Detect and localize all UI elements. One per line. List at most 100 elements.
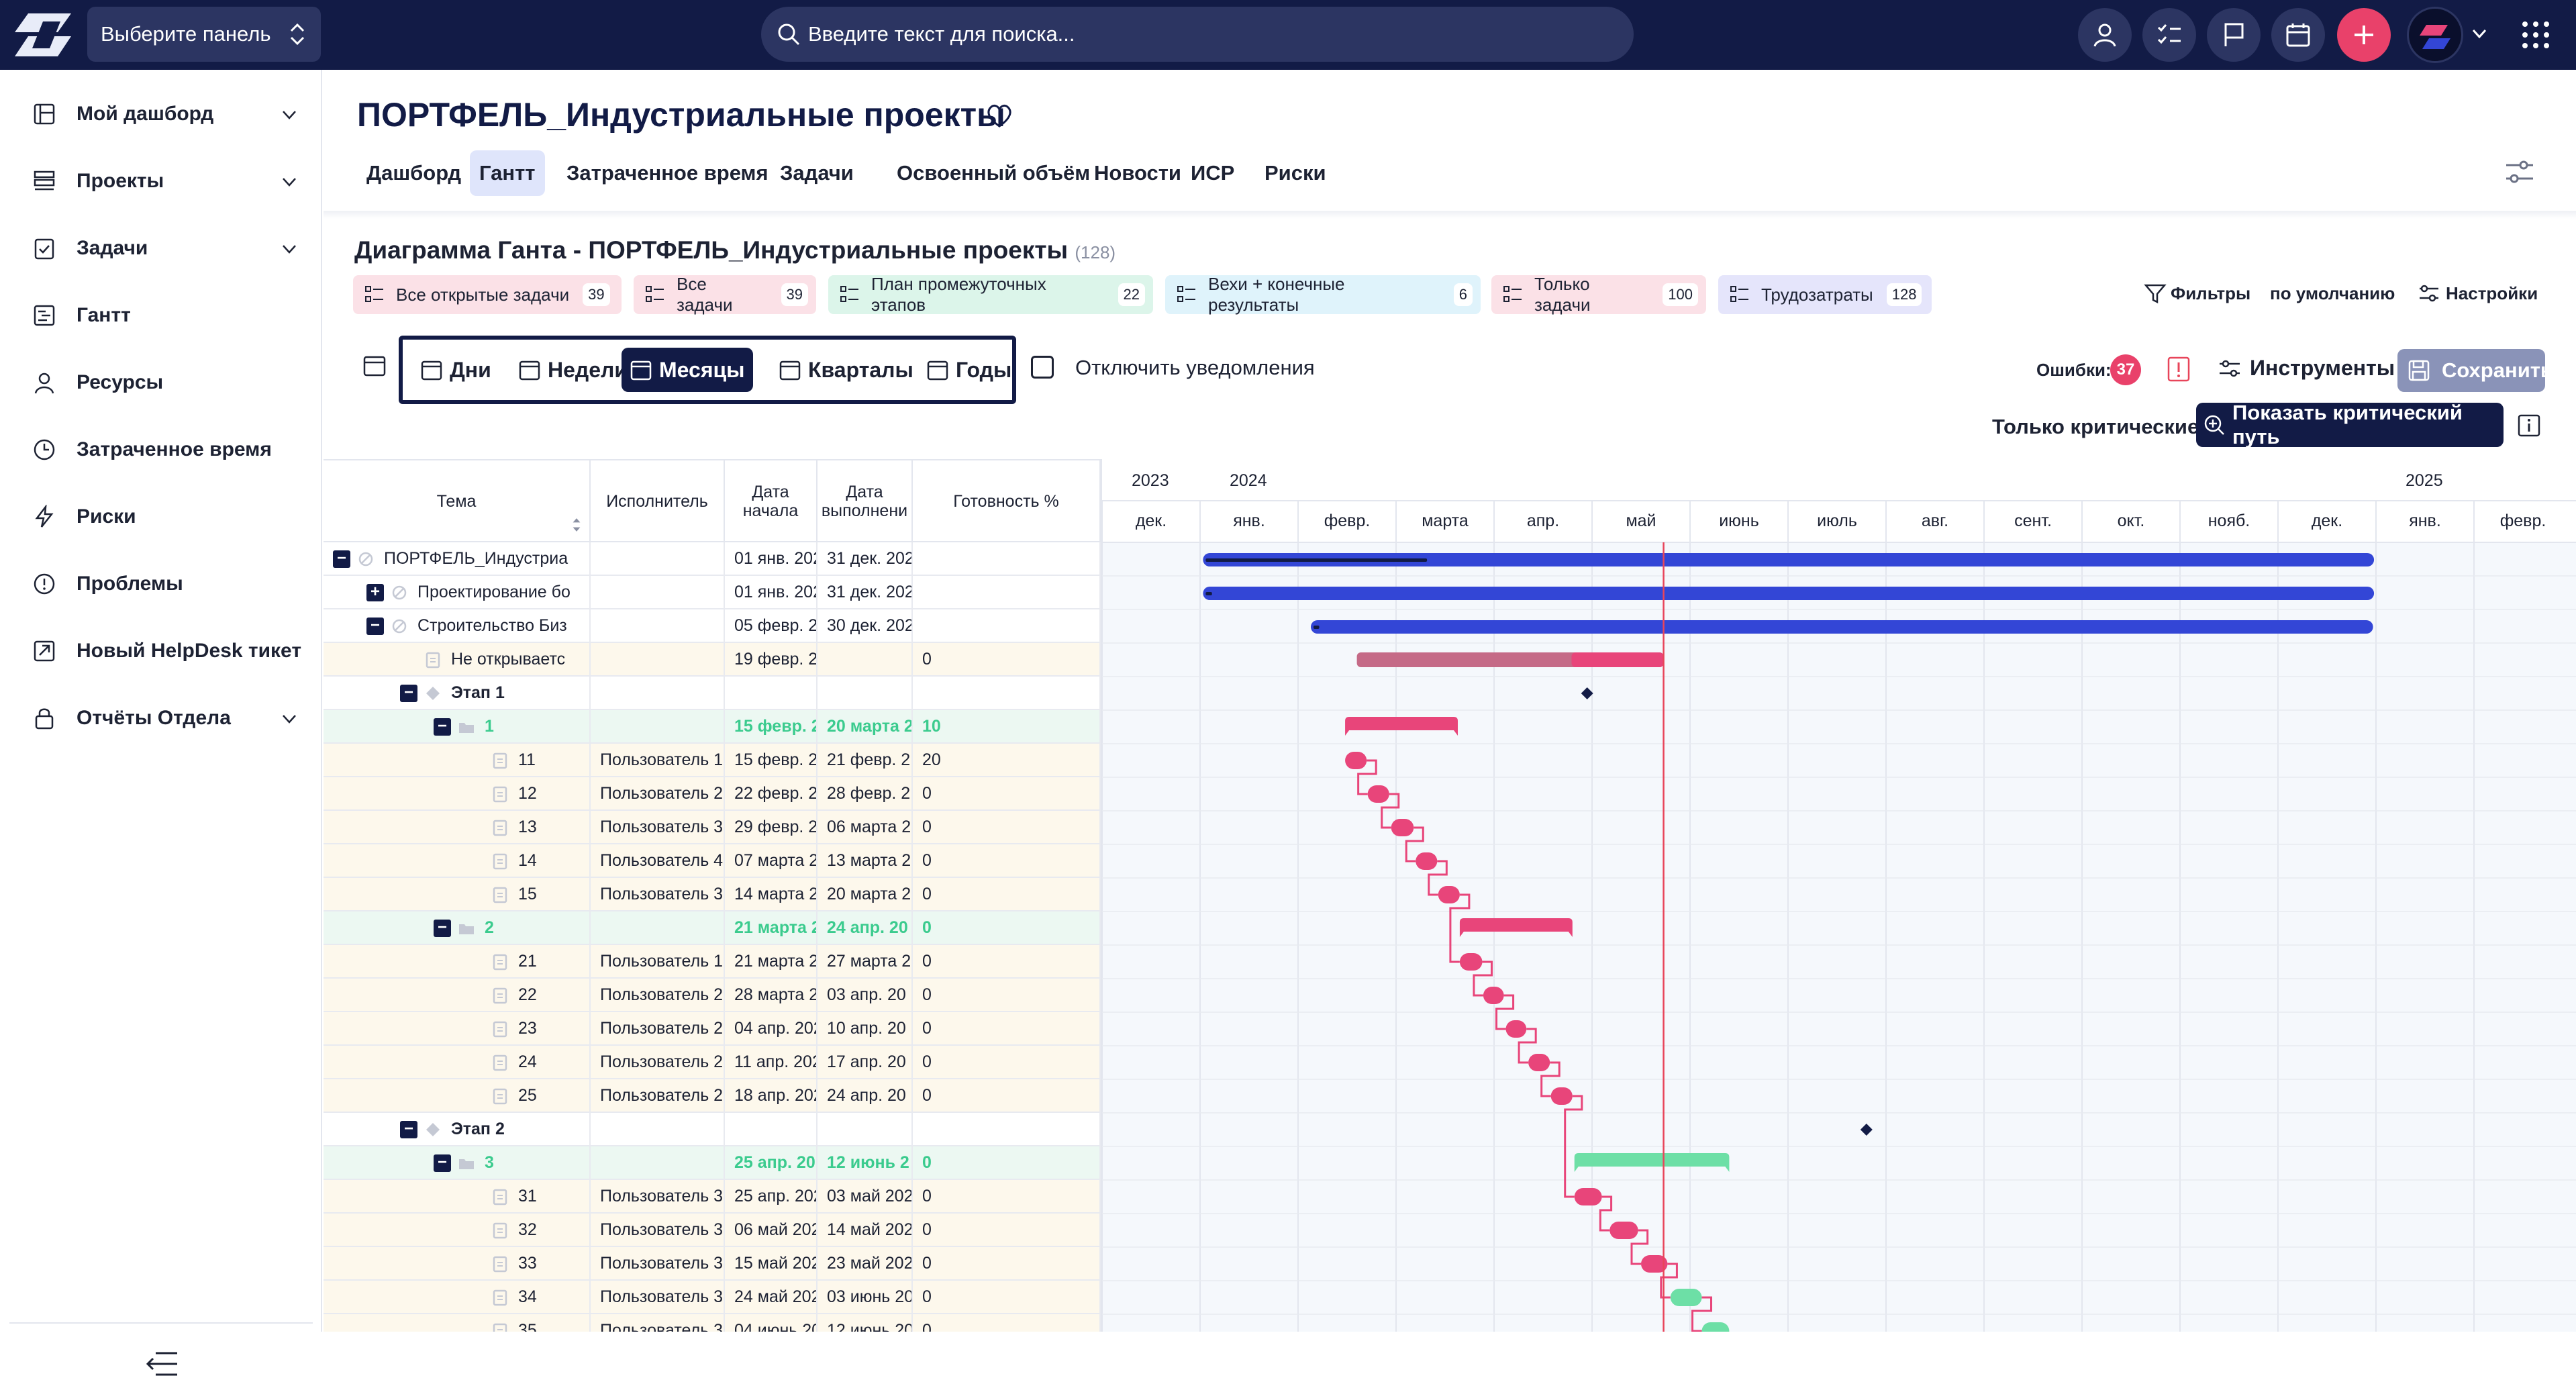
column-header[interactable]: Готовность % bbox=[913, 460, 1101, 542]
table-row[interactable]: 22 Пользователь 2 28 марта 2 03 апр. 20 0 bbox=[324, 979, 1101, 1012]
column-header[interactable]: Тема bbox=[324, 460, 591, 542]
task-bar[interactable] bbox=[1609, 1222, 1638, 1239]
flag-button[interactable] bbox=[2207, 8, 2261, 62]
project-bar[interactable] bbox=[1203, 587, 2375, 600]
column-header[interactable]: Исполнитель bbox=[591, 460, 725, 542]
row-subject[interactable]: 23 bbox=[518, 1019, 537, 1038]
tab[interactable]: ИСР bbox=[1181, 150, 1244, 196]
sidebar-item[interactable]: Гантт bbox=[0, 282, 322, 349]
expand-toggle[interactable]: − bbox=[434, 1154, 451, 1172]
table-row[interactable]: 11 Пользователь 1 15 февр. 2 21 февр. 2 20 bbox=[324, 744, 1101, 777]
tab[interactable]: Риски bbox=[1255, 150, 1336, 196]
tools-button[interactable]: Инструменты bbox=[2218, 356, 2395, 381]
sidebar-item[interactable]: Задачи bbox=[0, 215, 322, 282]
column-header[interactable]: Дата начала bbox=[725, 460, 818, 542]
sidebar-item[interactable]: Отчёты Отдела bbox=[0, 685, 322, 752]
chevron-down-icon[interactable] bbox=[281, 240, 298, 258]
task-bar[interactable] bbox=[1701, 1322, 1730, 1332]
expand-toggle[interactable]: − bbox=[434, 718, 451, 736]
warning-icon[interactable] bbox=[2167, 356, 2191, 383]
filters-default[interactable]: по умолчанию bbox=[2270, 283, 2395, 304]
table-row[interactable]: 25 Пользователь 2 18 апр. 202 24 апр. 20 0 bbox=[324, 1079, 1101, 1113]
heart-icon[interactable] bbox=[985, 102, 1013, 129]
project-bar[interactable] bbox=[1310, 620, 2373, 634]
table-row[interactable]: 15 Пользователь 3 14 марта 2 20 марта 20 bbox=[324, 878, 1101, 911]
collapse-sidebar-icon[interactable] bbox=[142, 1348, 180, 1380]
panel-select[interactable]: Выберите панель bbox=[87, 7, 321, 62]
sidebar-item[interactable]: Мой дашборд bbox=[0, 81, 322, 148]
sliders-icon[interactable] bbox=[2504, 156, 2536, 188]
chevron-down-icon[interactable] bbox=[2470, 24, 2489, 43]
row-subject[interactable]: 24 bbox=[518, 1052, 537, 1072]
expand-toggle[interactable]: − bbox=[400, 1121, 417, 1138]
filter-chip[interactable]: Вехи + конечные результаты 6 bbox=[1165, 274, 1481, 315]
row-subject[interactable]: 32 bbox=[518, 1220, 537, 1240]
user-button[interactable] bbox=[2078, 8, 2132, 62]
task-bar[interactable] bbox=[1367, 785, 1389, 803]
row-subject[interactable]: 3 bbox=[485, 1153, 494, 1173]
task-bar[interactable] bbox=[1528, 1054, 1550, 1071]
table-row[interactable]: 33 Пользователь 3 15 май 202 23 май 202 0 bbox=[324, 1247, 1101, 1281]
task-bar[interactable] bbox=[1345, 752, 1367, 769]
row-subject[interactable]: 13 bbox=[518, 818, 537, 837]
task-bar[interactable] bbox=[1574, 1188, 1602, 1205]
chevron-down-icon[interactable] bbox=[281, 106, 298, 124]
tab[interactable]: Новости bbox=[1085, 150, 1191, 196]
task-bar[interactable] bbox=[1670, 1289, 1702, 1306]
tab[interactable]: Затраченное время bbox=[557, 150, 778, 196]
tab[interactable]: Дашборд bbox=[357, 150, 470, 196]
chevron-down-icon[interactable] bbox=[281, 173, 298, 191]
calendar-button[interactable] bbox=[2271, 8, 2325, 62]
notify-checkbox[interactable] bbox=[1031, 356, 1054, 379]
critical-only-toggle[interactable]: Только критические bbox=[1992, 415, 2199, 439]
table-row[interactable]: 12 Пользователь 2 22 февр. 2 28 февр. 20 bbox=[324, 777, 1101, 811]
table-row[interactable]: 34 Пользователь 3 24 май 202 03 июнь 20 0 bbox=[324, 1281, 1101, 1314]
expand-toggle[interactable]: − bbox=[434, 920, 451, 937]
row-subject[interactable]: Строительство Биз bbox=[417, 616, 567, 636]
filter-chip[interactable]: Трудозатраты 128 bbox=[1718, 275, 1932, 314]
row-subject[interactable]: 2 bbox=[485, 918, 494, 938]
tab[interactable]: Освоенный объём bbox=[887, 150, 1099, 196]
save-button[interactable]: Сохранить bbox=[2397, 349, 2553, 392]
column-header[interactable]: Дата выполнени bbox=[818, 460, 913, 542]
row-subject[interactable]: 34 bbox=[518, 1287, 537, 1307]
table-row[interactable]: + Проектирование бо 01 янв. 202 31 дек. 202 bbox=[324, 576, 1101, 609]
row-subject[interactable]: Этап 2 bbox=[451, 1120, 505, 1139]
task-bar[interactable] bbox=[1459, 953, 1483, 971]
logo-icon[interactable] bbox=[13, 12, 72, 58]
zoom-option[interactable]: Недели bbox=[510, 348, 636, 392]
gantt-timeline[interactable]: дек. янв. февр. марта апр. май июнь июль авг. сен… bbox=[1101, 459, 2576, 1332]
table-row[interactable]: 24 Пользователь 2 11 апр. 202 17 апр. 20 0 bbox=[324, 1046, 1101, 1079]
filter-chip[interactable]: Все задачи 39 bbox=[634, 274, 816, 315]
table-row[interactable]: − ПОРТФЕЛЬ_Индустриа 01 янв. 202 31 дек. 20… bbox=[324, 542, 1101, 576]
row-subject[interactable]: 21 bbox=[518, 952, 537, 971]
task-bar[interactable] bbox=[1483, 987, 1504, 1004]
table-row[interactable]: −1 15 февр. 2 20 марта 2 10 bbox=[324, 710, 1101, 744]
task-list-button[interactable] bbox=[2142, 8, 2196, 62]
chevron-down-icon[interactable] bbox=[281, 710, 298, 728]
row-subject[interactable]: 31 bbox=[518, 1187, 537, 1206]
errors-badge[interactable]: 37 bbox=[2110, 354, 2141, 385]
row-subject[interactable]: 1 bbox=[485, 717, 494, 736]
filter-chip[interactable]: Только задачи 100 bbox=[1491, 274, 1706, 315]
sidebar-item[interactable]: Ресурсы bbox=[0, 349, 322, 416]
row-subject[interactable]: ПОРТФЕЛЬ_Индустриа bbox=[384, 549, 568, 569]
task-bar[interactable] bbox=[1416, 852, 1438, 870]
zoom-option[interactable]: Месяцы bbox=[622, 348, 753, 392]
table-row[interactable]: 13 Пользователь 3 29 февр. 2 06 марта 20 bbox=[324, 811, 1101, 844]
row-subject[interactable]: 35 bbox=[518, 1321, 537, 1332]
row-subject[interactable]: Проектирование бо bbox=[417, 583, 571, 602]
task-bar[interactable] bbox=[1550, 1087, 1573, 1105]
avatar[interactable] bbox=[2407, 7, 2463, 63]
info-icon[interactable] bbox=[2517, 413, 2541, 438]
expand-toggle[interactable]: + bbox=[366, 584, 384, 601]
row-subject[interactable]: 33 bbox=[518, 1254, 537, 1273]
sidebar-item[interactable]: Риски bbox=[0, 483, 322, 550]
calendar-icon[interactable] bbox=[362, 353, 387, 377]
row-subject[interactable]: 15 bbox=[518, 885, 537, 904]
sidebar-item[interactable]: Новый HelpDesk тикет bbox=[0, 618, 322, 685]
table-row[interactable]: − Этап 1 bbox=[324, 677, 1101, 710]
search-bar[interactable] bbox=[761, 7, 1634, 62]
expand-toggle[interactable]: − bbox=[366, 618, 384, 635]
sort-icon[interactable] bbox=[571, 515, 583, 534]
